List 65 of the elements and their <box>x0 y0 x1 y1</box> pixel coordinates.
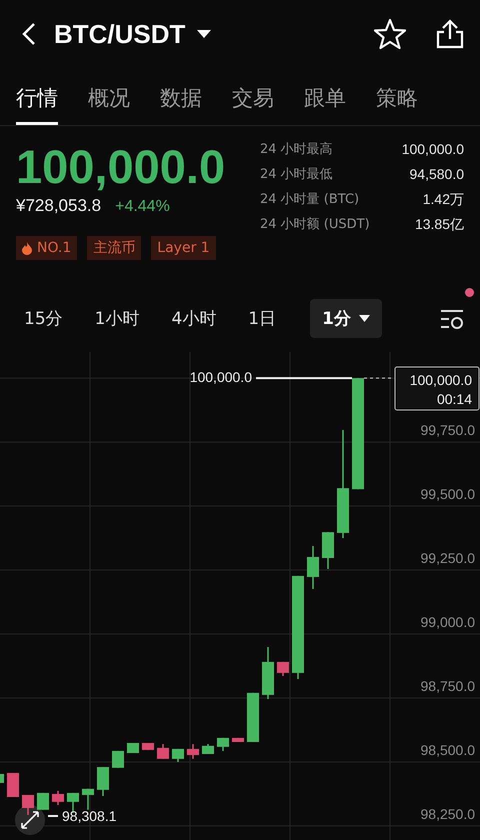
last-price: 100,000.0 <box>16 140 226 194</box>
candle <box>112 750 124 768</box>
share-icon[interactable] <box>436 19 464 49</box>
candle <box>52 790 64 805</box>
caret-icon[interactable] <box>197 29 212 39</box>
stat-label: 24 小时最低 <box>260 166 333 184</box>
interval-tab[interactable]: 15分 <box>12 299 75 338</box>
tab[interactable]: 策略 <box>376 84 418 125</box>
tab[interactable]: 概况 <box>88 84 130 125</box>
tag: NO.1 <box>16 236 78 260</box>
cny-price: ¥728,053.8 <box>16 196 102 216</box>
candle <box>97 767 109 796</box>
back-icon[interactable] <box>22 22 36 46</box>
interval-tab[interactable]: 1日 <box>236 299 288 338</box>
stat-label: 24 小时额 (USDT) <box>260 216 370 234</box>
candle <box>217 738 229 751</box>
candle <box>22 794 34 815</box>
candle <box>157 744 169 759</box>
stat-value: 94,580.0 <box>410 165 464 184</box>
candle <box>67 792 79 813</box>
axis-label: 99,750.0 <box>420 422 475 438</box>
candle <box>37 792 49 810</box>
pair-title[interactable]: BTC/USDT <box>54 18 186 50</box>
candle <box>232 738 244 742</box>
stat-value: 1.42万 <box>422 190 464 209</box>
tag: Layer 1 <box>151 236 216 260</box>
candle <box>82 788 94 810</box>
candle <box>277 662 289 676</box>
axis-label: 98,500.0 <box>420 742 475 758</box>
candle <box>127 743 139 753</box>
axis-label: 98,250.0 <box>420 806 475 822</box>
tab[interactable]: 跟单 <box>304 84 346 125</box>
interval-tab[interactable]: 1小时 <box>82 299 152 338</box>
tab[interactable]: 行情 <box>16 84 58 125</box>
candle <box>187 744 199 759</box>
axis-label: 98,750.0 <box>420 678 475 694</box>
axis-label: 99,500.0 <box>420 486 475 502</box>
interval-tab[interactable]: 4小时 <box>159 299 228 338</box>
candle <box>202 744 214 754</box>
stat-label: 24 小时最高 <box>260 141 333 159</box>
candle <box>142 743 154 750</box>
expand-icon[interactable] <box>15 805 45 835</box>
tag: 主流币 <box>87 236 142 260</box>
tooltip-price: 100,000.0 <box>410 372 472 388</box>
tooltip-time: 00:14 <box>436 391 472 407</box>
stat-label: 24 小时量 (BTC) <box>260 191 360 209</box>
flame-icon <box>22 242 32 254</box>
candle <box>322 532 334 569</box>
caret-icon[interactable] <box>358 314 370 322</box>
axis-label: 99,000.0 <box>420 614 475 630</box>
candle <box>307 546 319 589</box>
interval-tab[interactable]: 1分 <box>310 299 382 338</box>
candle <box>262 647 274 699</box>
axis-label: 99,250.0 <box>420 550 475 566</box>
candle <box>0 774 4 783</box>
stat-value: 13.85亿 <box>414 215 464 234</box>
candle <box>7 772 19 797</box>
settings-icon[interactable] <box>440 308 464 330</box>
price-change: +4.44% <box>115 198 170 216</box>
candle <box>247 692 259 742</box>
candle <box>172 748 184 762</box>
star-icon[interactable] <box>374 18 406 50</box>
tab[interactable]: 交易 <box>232 84 274 125</box>
stat-value: 100,000.0 <box>402 140 464 159</box>
tab[interactable]: 数据 <box>160 84 202 125</box>
